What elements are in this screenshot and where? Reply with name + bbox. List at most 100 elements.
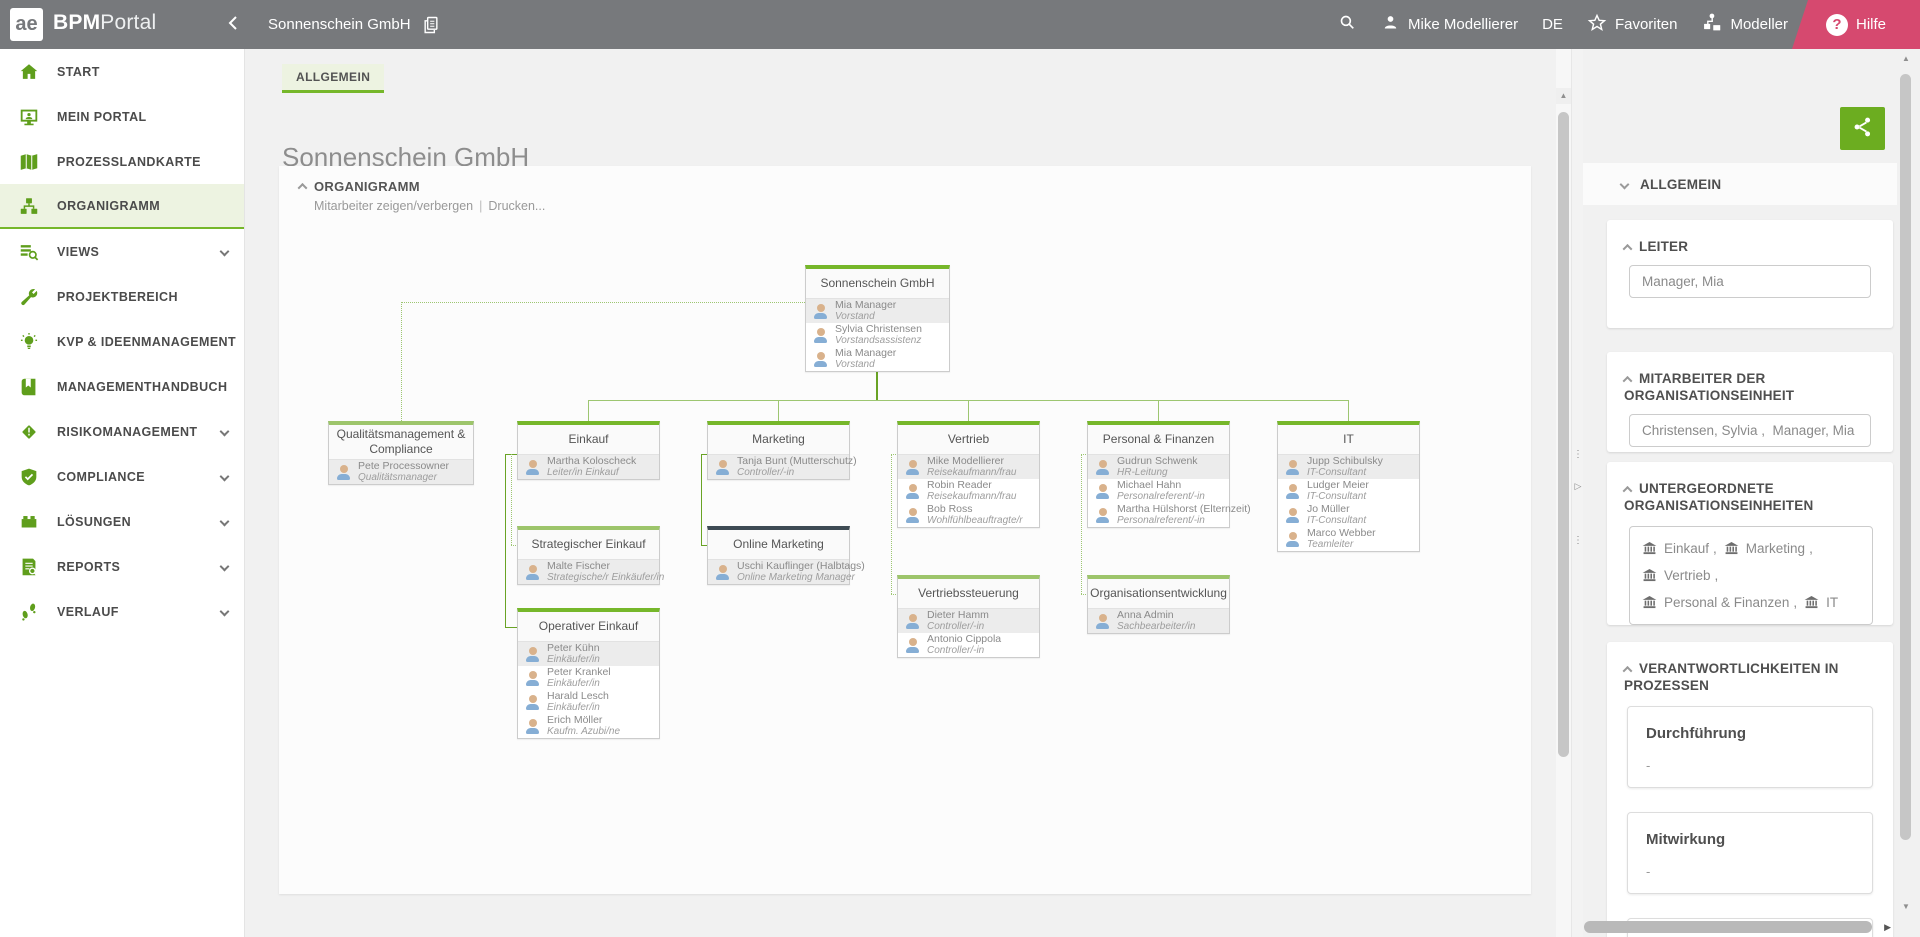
leiter-input[interactable] — [1629, 265, 1871, 298]
tab-allgemein[interactable]: ALLGEMEIN — [282, 64, 385, 93]
chevron-up-icon — [1622, 665, 1633, 676]
leiter-header[interactable]: LEITER — [1607, 220, 1893, 255]
user-menu[interactable]: Mike Modellierer — [1381, 13, 1518, 36]
org-node-qualitaetsmanagement-compliance[interactable]: Qualitätsmanagement & Compliance Pete Pro… — [328, 421, 474, 485]
org-unit-link[interactable]: Marketing — [1746, 541, 1805, 556]
org-node-it[interactable]: IT Jupp Schibulsky IT-Consultant Ludger Mei… — [1277, 421, 1420, 552]
share-button[interactable] — [1840, 107, 1885, 150]
member-role: Reisekaufmann/frau — [927, 467, 1017, 478]
panel-section-allgemein[interactable]: ALLGEMEIN — [1583, 163, 1897, 205]
org-member[interactable]: Pete Processowner Qualitätsmanager — [329, 460, 473, 484]
modeller-button[interactable]: Modeller — [1701, 12, 1788, 37]
org-unit-link[interactable]: Personal & Finanzen — [1664, 595, 1789, 610]
org-node-title: Sonnenschein GmbH — [806, 269, 949, 299]
org-member[interactable]: Marco Webber Teamleiter — [1278, 527, 1419, 551]
org-member[interactable]: Antonio Cippola Controller/-in — [898, 633, 1039, 657]
org-node-strategischer-einkauf[interactable]: Strategischer Einkauf Malte Fischer Strate… — [517, 526, 664, 585]
verantwortlichkeiten-header[interactable]: VERANTWORTLICHKEITEN IN PROZESSEN — [1607, 642, 1893, 694]
panel-scrollbar-thumb[interactable] — [1900, 74, 1911, 840]
scroll-right-icon[interactable]: ▶ — [1884, 920, 1891, 934]
org-member[interactable]: Sylvia Christensen Vorstandsassistenz — [806, 323, 949, 347]
org-unit-link[interactable]: Einkauf — [1664, 541, 1709, 556]
person-avatar-icon — [1094, 459, 1111, 475]
sidebar-item-organigramm[interactable]: ORGANIGRAMM — [0, 184, 244, 229]
person-avatar-icon — [904, 507, 921, 523]
help-button[interactable]: ? Hilfe — [1792, 0, 1920, 49]
unit-separator: , — [1809, 541, 1813, 556]
org-node-title: Vertrieb — [898, 425, 1039, 455]
org-member[interactable]: Jo Müller IT-Consultant — [1278, 503, 1419, 527]
sidebar-item-start[interactable]: START — [0, 49, 244, 94]
scroll-up-icon[interactable]: ▲ — [1556, 88, 1571, 104]
org-node-online-marketing[interactable]: Online Marketing Uschi Kauflinger (Halbta… — [707, 526, 865, 585]
mitarbeiter-input[interactable] — [1629, 414, 1871, 447]
sidebar-item-label: START — [57, 64, 100, 79]
chevron-up-icon — [1622, 243, 1633, 254]
org-member[interactable]: Mike Modellierer Reisekaufmann/frau — [898, 455, 1039, 479]
org-member[interactable]: Tanja Bunt (Mutterschutz) Controller/-in — [708, 455, 857, 479]
sidebar-item-verlauf[interactable]: VERLAUF — [0, 589, 244, 634]
main-scrollbar-thumb[interactable] — [1558, 112, 1569, 757]
panel-hscrollbar-thumb[interactable] — [1584, 921, 1872, 933]
main-vertical-scrollbar[interactable]: ▲ — [1556, 49, 1571, 937]
favorites-button[interactable]: Favoriten — [1587, 13, 1677, 37]
org-node-organisationsentwicklung[interactable]: Organisationsentwicklung Anna Admin Sachbe… — [1087, 575, 1230, 634]
org-member[interactable]: Ludger Meier IT-Consultant — [1278, 479, 1419, 503]
sidebar-item-views[interactable]: VIEWS — [0, 229, 244, 274]
panel-vertical-scrollbar[interactable]: ▲ ▼ — [1899, 52, 1913, 932]
org-member[interactable]: Uschi Kauflinger (Halbtags) Online Market… — [708, 560, 865, 584]
mitarbeiter-header[interactable]: MITARBEITER DER ORGANISATIONSEINHEIT — [1607, 352, 1893, 404]
panel-splitter[interactable]: ⋮ ▷ ⋮ — [1571, 49, 1583, 937]
sidebar-item-kvp-ideenmanagement[interactable]: KVP & IDEENMANAGEMENT — [0, 319, 244, 364]
untergeordnete-header[interactable]: UNTERGEORDNETE ORGANISATIONSEINHEITEN — [1607, 462, 1893, 514]
org-node-vertrieb[interactable]: Vertrieb Mike Modellierer Reisekaufmann/fr… — [897, 421, 1040, 528]
org-member[interactable]: Dieter Hamm Controller/-in — [898, 609, 1039, 633]
scroll-up-icon[interactable]: ▲ — [1899, 52, 1913, 66]
language-button[interactable]: DE — [1542, 16, 1563, 33]
org-member[interactable]: Mia Manager Vorstand — [806, 299, 949, 323]
sidebar-item-risikomanagement[interactable]: RISIKOMANAGEMENT — [0, 409, 244, 454]
org-member[interactable]: Robin Reader Reisekaufmann/frau — [898, 479, 1039, 503]
org-connector — [891, 454, 892, 594]
collapse-sidebar-icon[interactable] — [222, 12, 246, 36]
sidebar-item-reports[interactable]: REPORTS — [0, 544, 244, 589]
scroll-down-icon[interactable]: ▼ — [1899, 900, 1913, 914]
sidebar-item-loesungen[interactable]: LÖSUNGEN — [0, 499, 244, 544]
org-node-personal-finanzen[interactable]: Personal & Finanzen Gudrun Schwenk HR-Leit… — [1087, 421, 1251, 528]
org-member[interactable]: Martha Hülshorst (Elternzeit) Personalref… — [1088, 503, 1251, 527]
sidebar-item-mein-portal[interactable]: MEIN PORTAL — [0, 94, 244, 139]
org-member[interactable]: Martha Koloscheck Leiter/in Einkauf — [518, 455, 659, 479]
org-member[interactable]: Bob Ross Wohlfühlbeauftragte/r — [898, 503, 1039, 527]
org-connector — [1158, 400, 1159, 421]
org-node-operativer-einkauf[interactable]: Operativer Einkauf Peter Kühn Einkäufer/in… — [517, 608, 660, 739]
member-role: Teamleiter — [1307, 539, 1354, 550]
org-unit-link[interactable]: IT — [1826, 595, 1838, 610]
org-node-root[interactable]: Sonnenschein GmbH Mia Manager Vorstand Sylv… — [805, 265, 950, 372]
app-logo[interactable]: ae — [10, 8, 43, 41]
org-unit-link[interactable]: Vertrieb — [1664, 568, 1711, 583]
sidebar-item-projektbereich[interactable]: PROJEKTBEREICH — [0, 274, 244, 319]
search-button[interactable] — [1338, 13, 1357, 36]
member-name: Harald Lesch — [547, 690, 609, 702]
sidebar-item-label: RISIKOMANAGEMENT — [57, 424, 198, 439]
org-member[interactable]: Gudrun Schwenk HR-Leitung — [1088, 455, 1229, 479]
org-member[interactable]: Malte Fischer Strategische/r Einkäufer/in — [518, 560, 664, 584]
sidebar-item-compliance[interactable]: COMPLIANCE — [0, 454, 244, 499]
org-member[interactable]: Mia Manager Vorstand — [806, 347, 949, 371]
org-node-marketing[interactable]: Marketing Tanja Bunt (Mutterschutz) Contro… — [707, 421, 857, 480]
org-member[interactable]: Peter Kühn Einkäufer/in — [518, 642, 659, 666]
org-node-einkauf[interactable]: Einkauf Martha Koloscheck Leiter/in Einkau… — [517, 421, 660, 480]
org-member[interactable]: Anna Admin Sachbearbeiter/in — [1088, 609, 1229, 633]
org-member[interactable]: Michael Hahn Personalreferent/-in — [1088, 479, 1229, 503]
org-member[interactable]: Harald Lesch Einkäufer/in — [518, 690, 659, 714]
sidebar-item-prozesslandkarte[interactable]: PROZESSLANDKARTE — [0, 139, 244, 184]
copy-icon[interactable] — [421, 15, 441, 35]
panel-horizontal-scrollbar[interactable]: ▶ — [1583, 920, 1897, 934]
sidebar-item-managementhandbuch[interactable]: MANAGEMENTHANDBUCH — [0, 364, 244, 409]
org-member[interactable]: Erich Möller Kaufm. Azubi/ne — [518, 714, 659, 738]
org-member[interactable]: Peter Krankel Einkäufer/in — [518, 666, 659, 690]
org-unit-line: Einkauf, Marketing, — [1642, 535, 1860, 562]
org-member[interactable]: Jupp Schibulsky IT-Consultant — [1278, 455, 1419, 479]
org-node-vertriebssteuerung[interactable]: Vertriebssteuerung Dieter Hamm Controller/… — [897, 575, 1040, 658]
member-role: Controller/-in — [927, 645, 985, 656]
